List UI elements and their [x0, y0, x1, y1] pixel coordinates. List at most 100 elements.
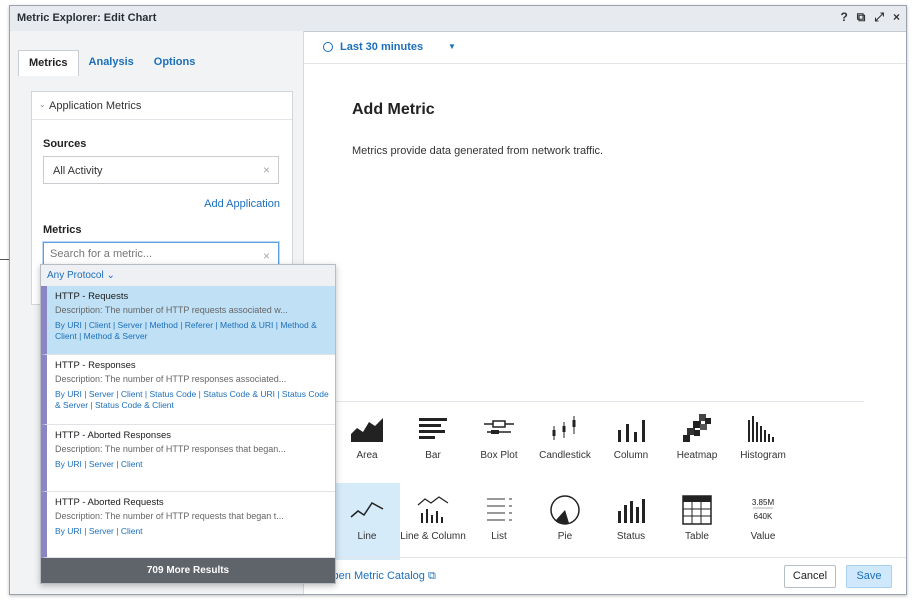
result-breakdown-links[interactable]: By URI | Client | Server | Method | Refe…	[55, 320, 330, 342]
chart-type-label: Box Plot	[480, 450, 518, 461]
value-icon-number-top: 3.85M	[752, 498, 775, 507]
tab-options[interactable]: Options	[144, 50, 206, 76]
chart-type-label: Status	[616, 531, 646, 542]
open-metric-catalog-link[interactable]: Open Metric Catalog ⧉	[324, 570, 436, 583]
caret-down-icon[interactable]: ▼	[448, 42, 456, 51]
value-icon-number-bottom: 640K	[754, 512, 773, 521]
value-icon: 3.85M 640K	[752, 498, 775, 521]
box-plot-icon	[484, 420, 514, 434]
page-description: Metrics provide data generated from netw…	[352, 145, 604, 157]
chart-type-box-plot[interactable]: Box Plot	[466, 402, 532, 479]
chart-type-label: Candlestick	[539, 450, 591, 461]
table-icon	[682, 495, 712, 525]
bar-chart-icon	[419, 418, 447, 439]
chart-type-label: Heatmap	[676, 450, 718, 461]
result-title: HTTP - Responses	[55, 360, 136, 371]
histogram-icon	[748, 416, 774, 442]
dialog-title: Metric Explorer: Edit Chart	[17, 12, 157, 24]
result-title: HTTP - Aborted Responses	[55, 430, 171, 441]
chart-type-line[interactable]: Line	[334, 483, 400, 560]
result-title: HTTP - Aborted Requests	[55, 497, 164, 508]
column-chart-icon	[618, 420, 645, 442]
time-range-selector[interactable]: Last 30 minutes	[340, 41, 423, 53]
dialog-titlebar: Metric Explorer: Edit Chart ? ⧉ ⤢ ×	[10, 6, 906, 32]
chart-type-table[interactable]: Table	[664, 483, 730, 560]
clock-icon	[323, 42, 333, 52]
line-chart-icon	[350, 502, 384, 518]
result-description: Description: The number of HTTP requests…	[55, 511, 284, 521]
metrics-label: Metrics	[43, 224, 82, 236]
chart-type-label: Column	[613, 450, 649, 461]
chart-type-bar[interactable]: Bar	[400, 402, 466, 479]
tab-metrics[interactable]: Metrics	[18, 50, 79, 76]
chart-type-candlestick[interactable]: Candlestick	[532, 402, 598, 479]
chart-type-pie[interactable]: Pie	[532, 483, 598, 560]
heatmap-icon	[683, 414, 711, 442]
chart-type-label: Value	[750, 531, 776, 542]
status-icon	[618, 499, 645, 523]
external-link-icon: ⧉	[427, 570, 436, 582]
chart-type-label: Table	[685, 531, 709, 542]
dialog-footer: Open Metric Catalog ⧉ Cancel Save	[304, 557, 906, 594]
sources-value: All Activity	[53, 165, 103, 177]
chart-type-label: Bar	[425, 450, 441, 461]
result-breakdown-links[interactable]: By URI | Server | Client	[55, 459, 330, 470]
chevron-down-icon[interactable]: ⌄	[39, 100, 46, 109]
chart-type-label: Pie	[557, 531, 573, 542]
expand-icon[interactable]: ⤢	[874, 10, 884, 25]
result-item[interactable]: HTTP - Aborted Responses Description: Th…	[41, 425, 335, 492]
chart-type-gallery: Area Bar Box Plot Candlestick Column Hea…	[334, 401, 864, 562]
chart-type-label: List	[491, 531, 507, 542]
chart-type-column[interactable]: Column	[598, 402, 664, 479]
cancel-button[interactable]: Cancel	[784, 565, 836, 588]
metric-search-results: Any Protocol ⌄ HTTP - Requests Descripti…	[40, 264, 336, 584]
line-column-icon	[417, 496, 449, 523]
chart-type-label: Area	[356, 450, 378, 461]
time-range-bar: Last 30 minutes ▼	[304, 31, 906, 64]
area-chart-icon	[351, 418, 383, 442]
chart-type-label: Line	[357, 531, 377, 542]
section-header[interactable]: ⌄ Application Metrics	[32, 92, 292, 120]
sources-field[interactable]: All Activity ×	[43, 156, 279, 184]
list-icon	[487, 498, 512, 521]
protocol-filter-dropdown[interactable]: Any Protocol ⌄	[47, 270, 115, 281]
protocol-filter-bar: Any Protocol ⌄	[41, 265, 335, 287]
result-item[interactable]: HTTP - Aborted Requests Description: The…	[41, 492, 335, 558]
metric-search-input[interactable]	[50, 248, 250, 260]
window-controls: ? ⧉ ⤢ ×	[840, 10, 900, 25]
result-item[interactable]: HTTP - Requests Description: The number …	[41, 286, 335, 355]
popout-icon[interactable]: ⧉	[857, 10, 866, 25]
section-title: Application Metrics	[49, 100, 142, 112]
chart-type-value[interactable]: 3.85M 640K Value	[730, 483, 796, 560]
candlestick-icon	[552, 416, 576, 440]
clear-sources-icon[interactable]: ×	[263, 163, 270, 177]
right-pane: Last 30 minutes ▼ Add Metric Metrics pro…	[304, 31, 906, 594]
result-description: Description: The number of HTTP response…	[55, 444, 286, 454]
result-description: Description: The number of HTTP requests…	[55, 305, 288, 315]
sources-label: Sources	[43, 138, 87, 150]
chart-type-heatmap[interactable]: Heatmap	[664, 402, 730, 479]
chart-type-line-column[interactable]: Line & Column	[400, 483, 466, 560]
chart-type-list[interactable]: List	[466, 483, 532, 560]
result-breakdown-links[interactable]: By URI | Server | Client | Status Code |…	[55, 389, 330, 411]
chart-type-area[interactable]: Area	[334, 402, 400, 479]
result-breakdown-links[interactable]: By URI | Server | Client	[55, 526, 330, 537]
chart-type-label: Histogram	[740, 450, 786, 461]
clear-search-icon[interactable]: ×	[263, 249, 270, 263]
close-icon[interactable]: ×	[893, 10, 900, 25]
result-description: Description: The number of HTTP response…	[55, 374, 287, 384]
add-application-link[interactable]: Add Application	[204, 198, 280, 210]
save-button[interactable]: Save	[846, 565, 892, 588]
help-icon[interactable]: ?	[840, 10, 847, 25]
result-item[interactable]: HTTP - Responses Description: The number…	[41, 355, 335, 425]
chart-type-histogram[interactable]: Histogram	[730, 402, 796, 479]
pie-chart-icon	[550, 495, 580, 525]
chart-type-label: Line & Column	[400, 531, 466, 542]
tab-analysis[interactable]: Analysis	[79, 50, 144, 76]
chart-type-status[interactable]: Status	[598, 483, 664, 560]
more-results-button[interactable]: 709 More Results	[41, 558, 335, 583]
tab-bar: Metrics Analysis Options	[18, 50, 205, 76]
result-title: HTTP - Requests	[55, 291, 129, 302]
catalog-link-label: Open Metric Catalog	[324, 570, 425, 582]
page-title: Add Metric	[352, 101, 435, 118]
